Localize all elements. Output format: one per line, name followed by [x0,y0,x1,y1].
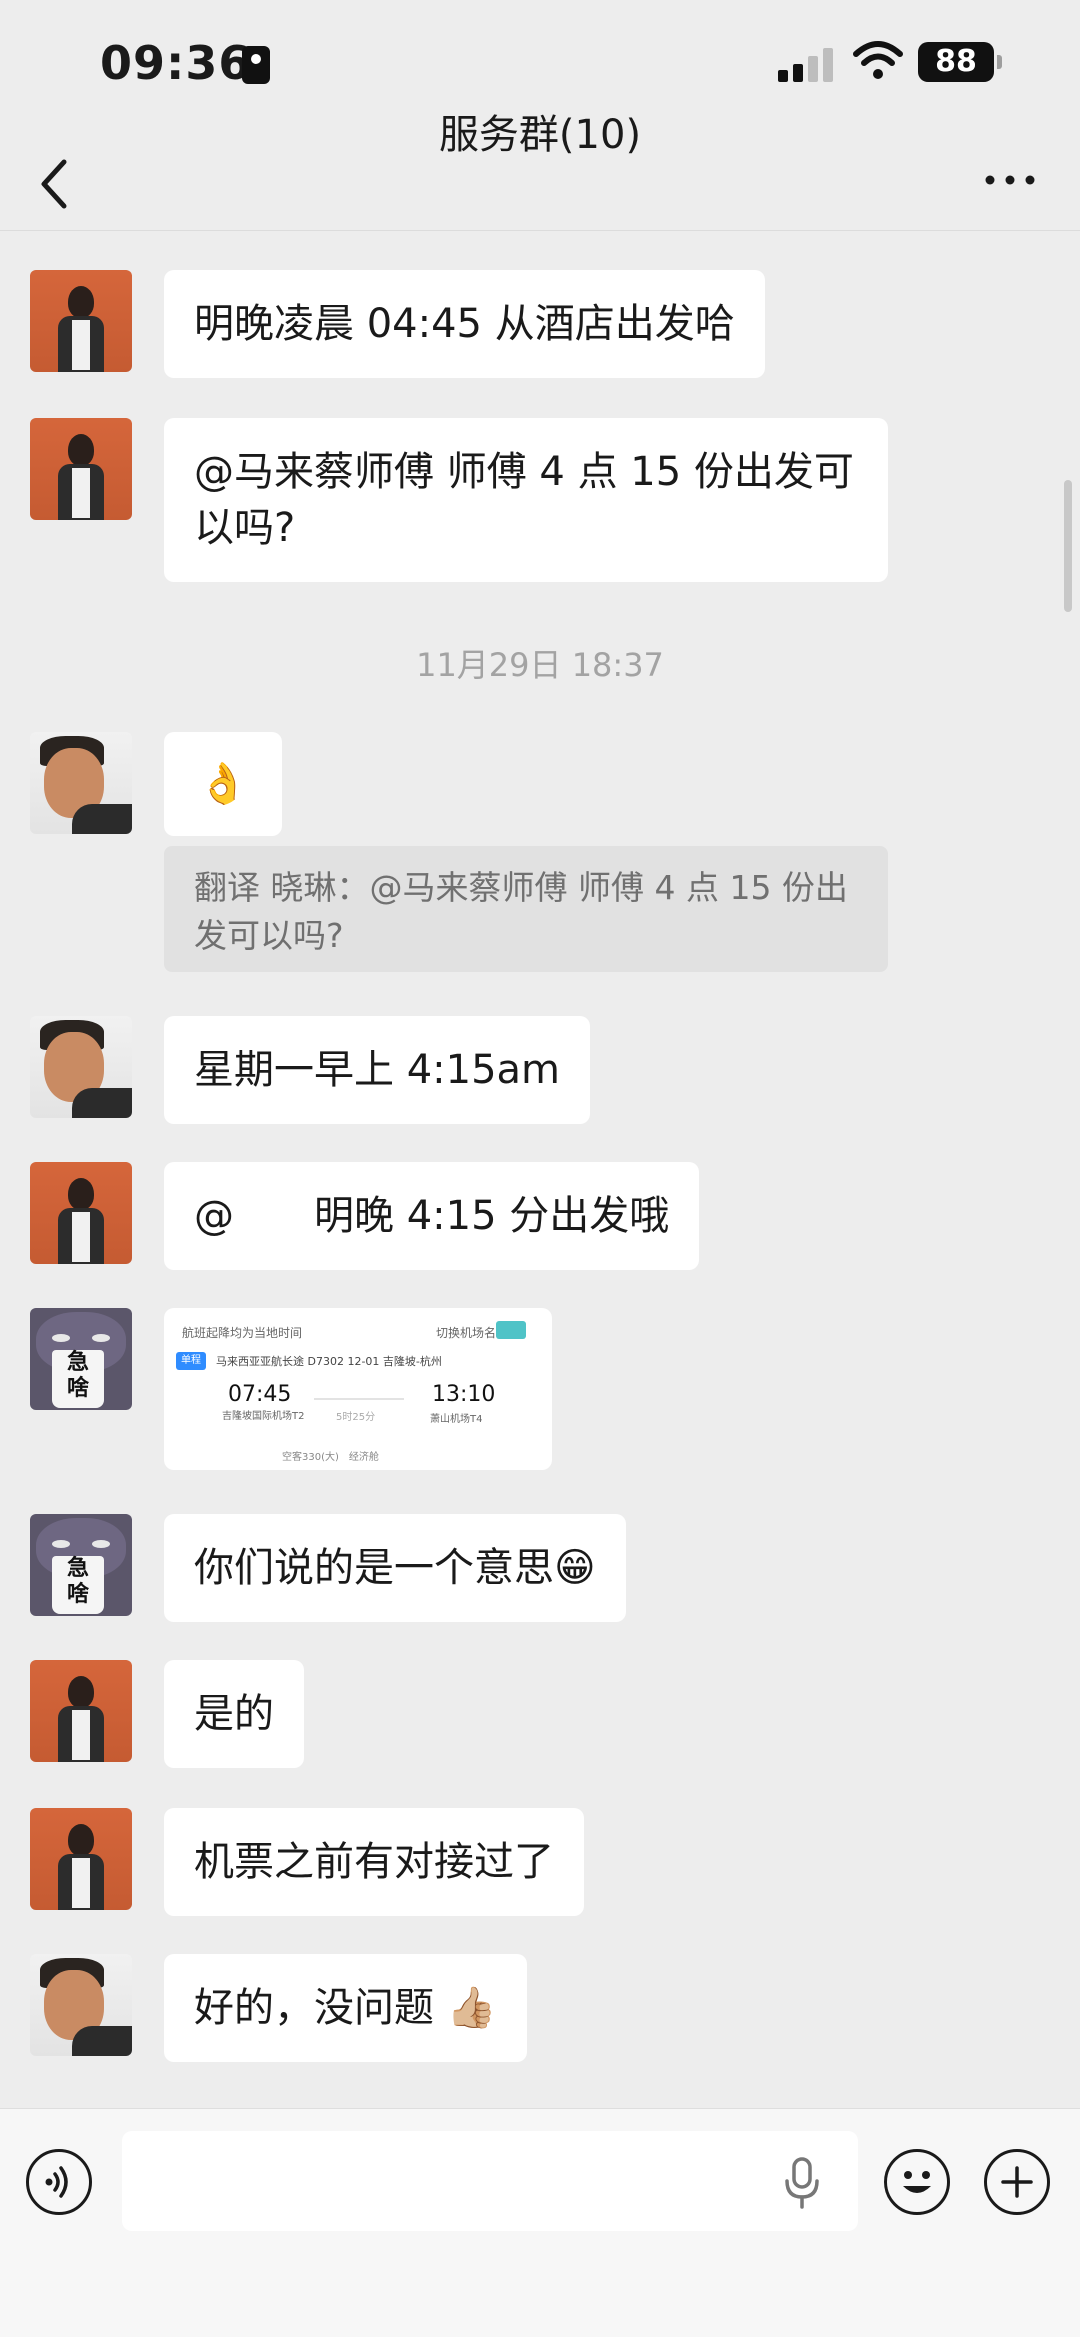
avatar[interactable] [30,1016,132,1118]
message-bubble[interactable]: 机票之前有对接过了 [164,1808,584,1916]
message-bubble[interactable]: 👌 [164,732,282,836]
status-time: 09:36 [100,36,252,90]
trip-type-tag: 单程 [176,1352,206,1370]
message-bubble[interactable]: 你们说的是一个意思😁 [164,1514,626,1622]
microphone-icon[interactable] [782,2157,822,2209]
more-dots-icon[interactable] [980,160,1040,200]
departure-time: 07:45 [228,1382,292,1407]
avatar[interactable] [30,1808,132,1910]
message-bubble[interactable]: @ 明晚 4:15 分出发哦 [164,1162,700,1270]
flight-card-image[interactable]: 航班起降均为当地时间 切换机场名 单程 马来西亚亚航长途 D7302 12-01… [164,1308,552,1470]
avatar[interactable] [30,1660,132,1762]
avatar[interactable] [30,1162,132,1264]
airline-info: 马来西亚亚航长途 D7302 12-01 吉隆坡-杭州 [216,1355,442,1368]
flight-line [314,1398,404,1400]
page-title: 服务群(10) [438,112,642,158]
avatar[interactable]: 急啥 [30,1514,132,1616]
avatar[interactable] [30,418,132,520]
arrival-time: 13:10 [432,1382,496,1407]
avatar[interactable]: 急啥 [30,1308,132,1410]
emoji-icon[interactable] [884,2149,950,2215]
scroll-indicator[interactable] [1064,480,1072,612]
message-bubble[interactable]: 好的，没问题 👍🏼 [164,1954,527,2062]
avatar[interactable] [30,1954,132,2056]
flight-card-header: 航班起降均为当地时间 [182,1326,303,1340]
input-bar [0,2108,1080,2337]
wifi-icon [853,41,903,79]
message-bubble[interactable]: 星期一早上 4:15am [164,1016,591,1124]
switch-airport-label: 切换机场名 [436,1326,497,1340]
contact-badge-icon [242,46,270,84]
arrival-airport: 萧山机场T4 [430,1414,483,1425]
departure-airport: 吉隆坡国际机场T2 [222,1411,305,1422]
plus-circle-icon[interactable] [984,2149,1050,2215]
avatar[interactable] [30,732,132,834]
message-bubble[interactable]: @马来蔡师傅 师傅 4 点 15 份出发可以吗? [164,418,888,582]
cellular-signal-icon [778,46,834,82]
message-bubble[interactable]: 是的 [164,1660,304,1768]
flight-duration: 5时25分 [336,1412,376,1423]
aircraft-info: 空客330(大) 经济舱 [282,1452,379,1463]
voice-icon[interactable] [26,2149,92,2215]
message-input[interactable] [122,2131,858,2231]
message-bubble[interactable]: 明晚凌晨 04:45 从酒店出发哈 [164,270,765,378]
battery-indicator: 88 [918,42,1002,82]
avatar[interactable] [30,270,132,372]
quoted-reply[interactable]: 翻译 晓琳：@马来蔡师傅 师傅 4 点 15 份出发可以吗? [164,846,888,972]
switch-icon [496,1321,526,1339]
nav-bar: 服务群(10) [0,112,1080,231]
message-timestamp: 11月29日 18:37 [416,646,664,684]
